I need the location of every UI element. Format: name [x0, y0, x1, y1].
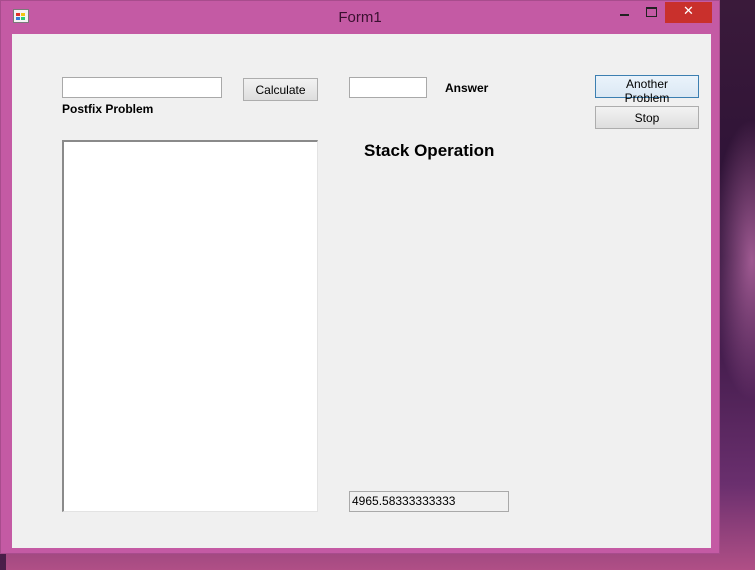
minimize-button[interactable]	[611, 3, 637, 23]
close-button[interactable]: ✕	[665, 2, 712, 23]
calculate-button[interactable]: Calculate	[243, 78, 318, 101]
stack-listbox[interactable]	[62, 140, 318, 512]
close-icon: ✕	[683, 4, 694, 19]
minimize-icon	[620, 14, 629, 16]
postfix-problem-input[interactable]	[62, 77, 222, 98]
another-problem-button[interactable]: Another Problem	[595, 75, 699, 105]
answer-input[interactable]	[349, 77, 427, 98]
result-textbox[interactable]: 4965.58333333333	[349, 491, 509, 512]
maximize-icon	[646, 7, 657, 17]
postfix-problem-label: Postfix Problem	[62, 102, 154, 116]
app-window: Form1 ✕ Postfix Problem Calculate Answer…	[0, 0, 720, 554]
stack-operation-heading: Stack Operation	[364, 141, 495, 160]
maximize-button[interactable]	[639, 3, 663, 23]
form-client-area: Postfix Problem Calculate Answer Another…	[12, 34, 711, 548]
answer-label: Answer	[445, 81, 489, 95]
stop-button[interactable]: Stop	[595, 106, 699, 129]
title-bar[interactable]: Form1 ✕	[1, 1, 719, 33]
